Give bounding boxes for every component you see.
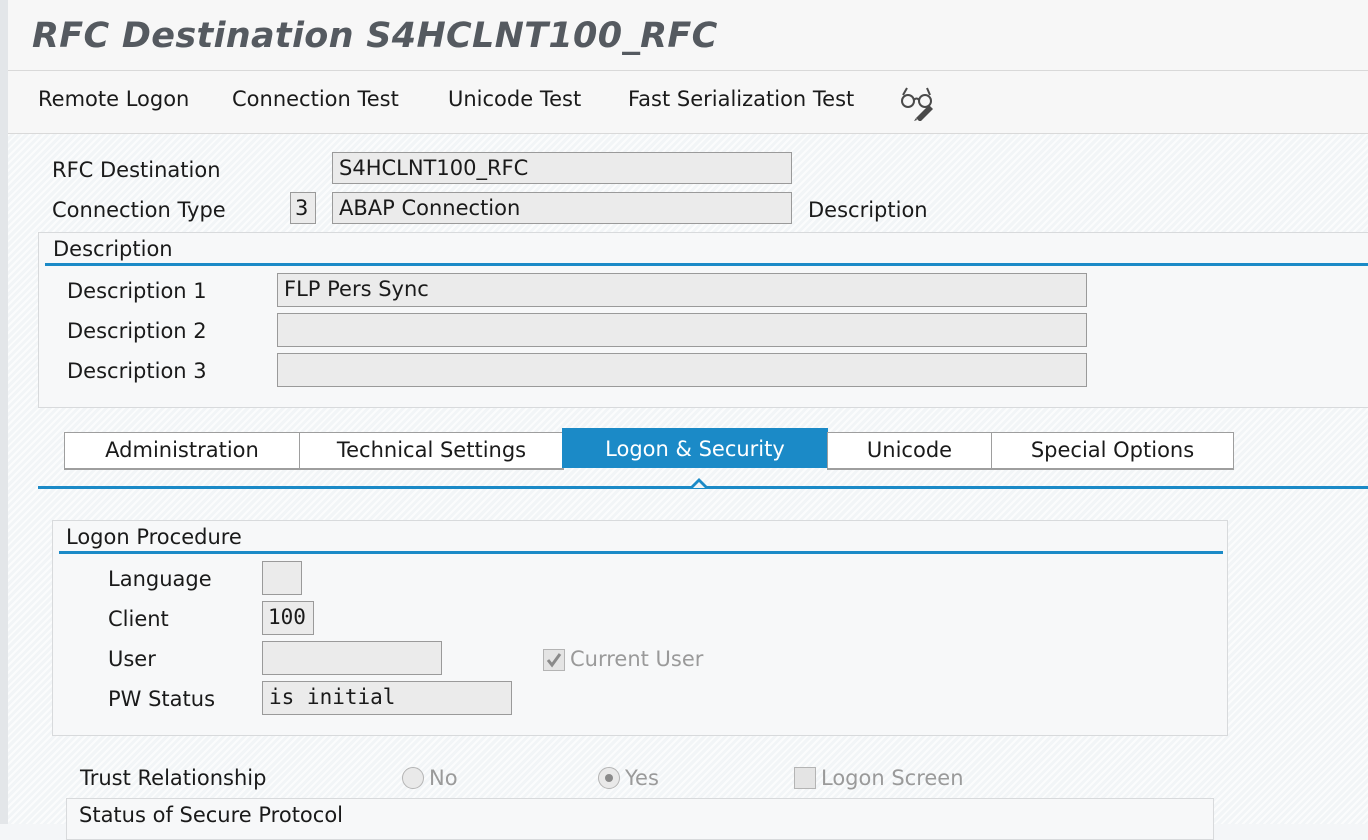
user-field[interactable] <box>262 641 442 675</box>
current-user-label: Current User <box>570 647 704 671</box>
language-label: Language <box>108 567 212 591</box>
page-title: RFC Destination S4HCLNT100_RFC <box>32 16 718 56</box>
glasses-pencil-icon[interactable] <box>898 83 938 122</box>
trust-yes-label: Yes <box>625 766 659 790</box>
description-header-label: Description <box>808 198 928 222</box>
description-1-field[interactable]: FLP Pers Sync <box>277 273 1087 307</box>
logon-procedure-group: Logon Procedure Language Client 100 User… <box>52 520 1228 736</box>
tab-unicode[interactable]: Unicode <box>827 432 992 470</box>
secure-protocol-title: Status of Secure Protocol <box>79 803 344 827</box>
rfc-destination-label: RFC Destination <box>52 158 221 182</box>
current-user-checkbox[interactable] <box>543 649 565 671</box>
rfc-destination-field[interactable]: S4HCLNT100_RFC <box>332 152 792 184</box>
tab-administration[interactable]: Administration <box>64 432 300 470</box>
secure-protocol-group: Status of Secure Protocol <box>66 798 1214 840</box>
trust-relationship-label: Trust Relationship <box>80 766 267 790</box>
user-label: User <box>108 647 156 671</box>
language-field[interactable] <box>262 561 302 595</box>
title-bar: RFC Destination S4HCLNT100_RFC <box>8 0 1368 71</box>
checkmark-icon <box>546 653 562 668</box>
pw-status-label: PW Status <box>108 687 216 711</box>
logon-screen-checkbox[interactable] <box>794 767 816 789</box>
description-2-field[interactable] <box>277 313 1087 347</box>
trust-no-label: No <box>429 766 458 790</box>
active-tab-indicator-inner <box>693 482 705 488</box>
fast-serialization-test-button[interactable]: Fast Serialization Test <box>628 87 854 111</box>
trust-no-radio[interactable] <box>402 767 424 789</box>
description-3-field[interactable] <box>277 353 1087 387</box>
remote-logon-button[interactable]: Remote Logon <box>38 87 189 111</box>
unicode-test-button[interactable]: Unicode Test <box>448 87 581 111</box>
trust-yes-radio[interactable] <box>598 767 620 789</box>
logon-screen-label: Logon Screen <box>821 766 964 790</box>
description-3-label: Description 3 <box>67 359 207 383</box>
description-2-label: Description 2 <box>67 319 207 343</box>
description-group-divider <box>45 263 1368 266</box>
application-toolbar: Remote Logon Connection Test Unicode Tes… <box>8 71 1368 134</box>
pw-status-field: is initial <box>262 681 512 715</box>
connection-test-button[interactable]: Connection Test <box>232 87 399 111</box>
logon-procedure-divider <box>59 551 1223 554</box>
client-label: Client <box>108 607 169 631</box>
main-content: RFC Destination S4HCLNT100_RFC Connectio… <box>8 134 1368 840</box>
logon-procedure-title: Logon Procedure <box>66 525 242 549</box>
tab-logon-security[interactable]: Logon & Security <box>562 428 828 468</box>
connection-type-code-field[interactable]: 3 <box>290 192 316 224</box>
connection-type-label: Connection Type <box>52 198 226 222</box>
connection-type-text-field: ABAP Connection <box>332 192 792 224</box>
tab-special-options[interactable]: Special Options <box>991 432 1234 470</box>
tab-technical-settings[interactable]: Technical Settings <box>299 432 564 470</box>
client-field[interactable]: 100 <box>262 601 314 635</box>
description-group: Description Description 1 FLP Pers Sync … <box>38 232 1368 408</box>
description-1-label: Description 1 <box>67 279 207 303</box>
description-group-title: Description <box>53 237 173 261</box>
